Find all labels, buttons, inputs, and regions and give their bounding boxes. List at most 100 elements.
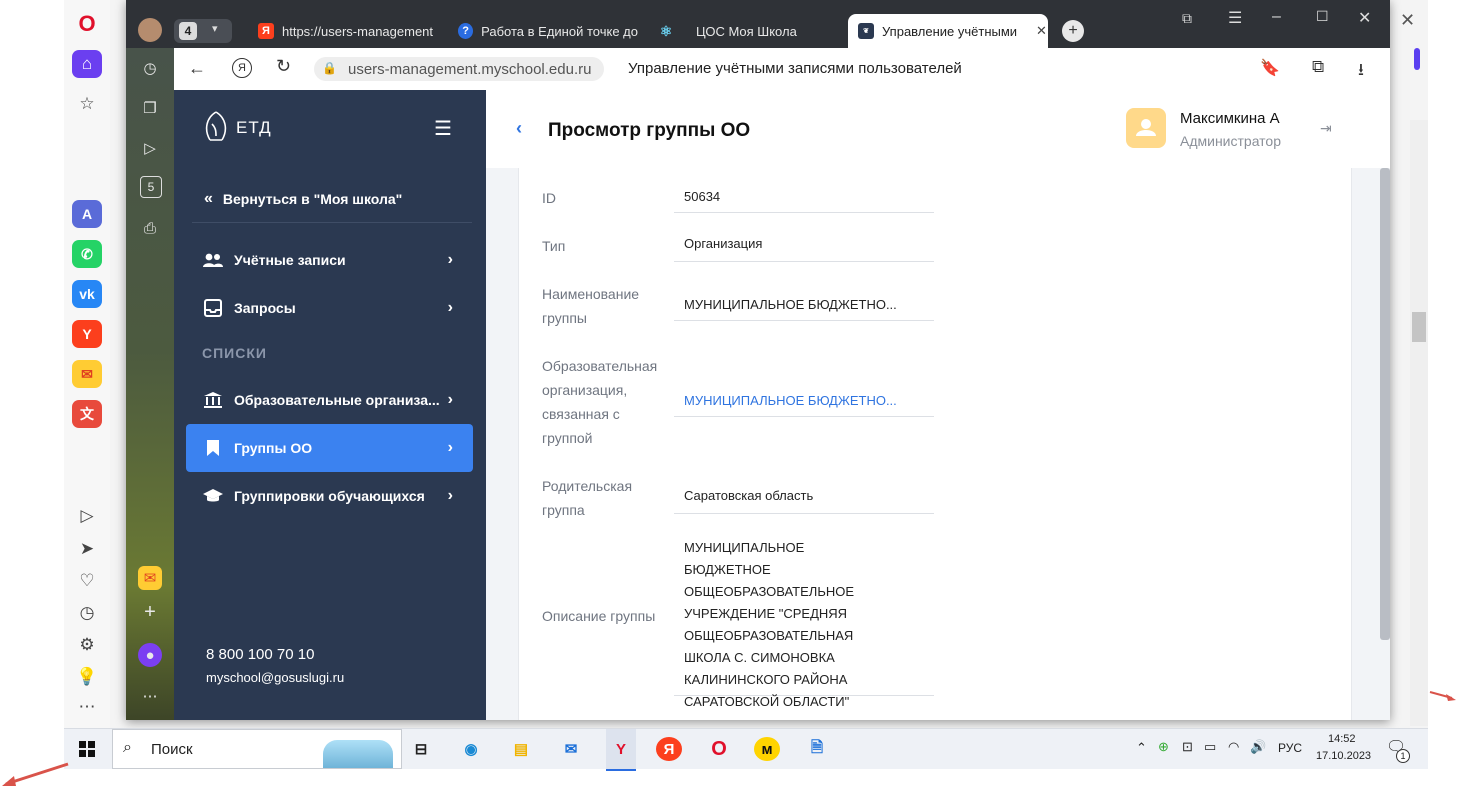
document-icon[interactable]: 🗎 (804, 737, 830, 761)
section-title: СПИСКИ (202, 345, 267, 361)
star-icon[interactable]: ☆ (72, 90, 102, 118)
user-icon (1136, 119, 1156, 136)
graduation-cap-icon (202, 488, 224, 504)
search-highlight-image (323, 740, 393, 768)
yandex-mail-icon[interactable]: ✉ (138, 566, 162, 590)
history-icon[interactable]: ◷ (138, 56, 162, 80)
support-phone[interactable]: 8 800 100 70 10 (206, 646, 314, 663)
task-view-icon[interactable]: ⊟ (408, 737, 434, 761)
avatar[interactable] (1126, 108, 1166, 148)
tab-3[interactable]: ⚛ ЦОС Моя Школа (658, 14, 838, 48)
opera-taskbar-icon[interactable]: O (706, 737, 732, 761)
nav-item-groups-active[interactable]: Группы ОО › (186, 424, 473, 472)
tab-title: ЦОС Моя Школа (696, 23, 797, 39)
yandex-taskbar-icon[interactable]: Я (656, 737, 682, 761)
annotation-arrow (2, 762, 69, 786)
history-icon[interactable]: ◷ (72, 599, 102, 627)
hamburger-icon[interactable]: ☰ (434, 116, 452, 141)
home-icon[interactable]: ⌂ (72, 50, 102, 78)
field-label-type: Тип (542, 238, 566, 254)
yandex-browser-taskbar-icon[interactable]: Y (606, 729, 636, 771)
explorer-icon[interactable]: ▤ (508, 737, 534, 761)
bookmark-icon (202, 439, 224, 457)
mail-icon[interactable]: ✉ (558, 737, 584, 761)
back-chevron-icon[interactable]: ‹ (516, 118, 522, 139)
vk-icon[interactable]: vk (72, 280, 102, 308)
tab-4-active[interactable]: ❦ Управление учётными ✕ (848, 14, 1048, 48)
yandex-icon[interactable]: Y (72, 320, 102, 348)
help-favicon-icon: ? (458, 23, 474, 39)
bulb-icon[interactable]: 💡 (72, 663, 102, 691)
volume-icon[interactable]: 🔊 (1250, 739, 1266, 755)
content-scrollbar-thumb[interactable] (1380, 168, 1390, 640)
background-close-icon[interactable]: ✕ (1400, 10, 1415, 31)
download-icon[interactable]: ⭳ (1358, 57, 1364, 86)
more-icon[interactable]: ⋯ (138, 684, 162, 708)
close-window-icon[interactable]: ✕ (1358, 8, 1371, 28)
add-panel-icon[interactable]: + (138, 600, 162, 624)
translate-icon[interactable]: ⧉ (1312, 57, 1324, 77)
chevron-up-icon[interactable]: ⌃ (1136, 740, 1147, 756)
back-link-label: Вернуться в "Моя школа" (222, 191, 403, 207)
chevron-right-icon: › (447, 487, 453, 504)
clock-time[interactable]: 14:52 (1328, 733, 1356, 745)
usb-icon[interactable]: ⊡ (1182, 739, 1193, 755)
page-title-in-address: Управление учётными записями пользовател… (628, 60, 962, 77)
language-indicator[interactable]: РУС (1278, 741, 1302, 755)
back-to-school-link[interactable]: « Вернуться в "Моя школа" (204, 190, 402, 208)
background-scrollbar[interactable] (1410, 120, 1428, 726)
browser-side-panel: ◷ ❐ ▷ 5 ⎙ ✉ + ● ⋯ (126, 48, 174, 720)
page-title: Просмотр группы ОО (548, 120, 751, 141)
yandex-button-icon[interactable]: Я (232, 58, 252, 78)
nav-item-accounts[interactable]: Учётные записи › (186, 236, 473, 284)
nav-label: Образовательные организа... (234, 392, 440, 408)
translate-app-icon[interactable]: 文 (72, 400, 102, 428)
player-icon[interactable]: ▷ (72, 502, 102, 530)
collections-icon[interactable]: ❐ (138, 96, 162, 120)
nav-item-organizations[interactable]: Образовательные организа... › (186, 376, 473, 424)
mos-taskbar-icon[interactable]: м (754, 737, 780, 761)
clock-date[interactable]: 17.10.2023 (1316, 750, 1371, 762)
reload-icon[interactable]: ↻ (276, 56, 291, 77)
windows-start-icon[interactable] (74, 737, 100, 761)
menu-icon[interactable]: ☰ (1228, 8, 1242, 28)
support-email[interactable]: myschool@gosuslugi.ru (206, 670, 344, 685)
tab-2[interactable]: ? Работа в Единой точке до (458, 14, 638, 48)
back-icon[interactable]: ← (188, 58, 206, 79)
tab-1[interactable]: Я https://users-management (258, 14, 438, 48)
heart-icon[interactable]: ♡ (72, 567, 102, 595)
edge-icon[interactable]: ◉ (458, 737, 484, 761)
field-label-id: ID (542, 190, 556, 206)
video-icon[interactable]: ▷ (138, 136, 162, 160)
screenshot-icon[interactable]: ⎙ (138, 216, 162, 240)
alice-icon[interactable]: ● (138, 643, 162, 667)
send-icon[interactable]: ➤ (72, 535, 102, 563)
nav-item-requests[interactable]: Запросы › (186, 284, 473, 332)
maximize-icon[interactable]: ☐ (1316, 8, 1329, 25)
tab-title: https://users-management (282, 23, 434, 39)
wifi-icon[interactable]: ◠ (1228, 739, 1239, 755)
battery-icon[interactable]: ▭ (1204, 739, 1216, 755)
field-value-organization-link[interactable]: МУНИЦИПАЛЬНОЕ БЮДЖЕТНО... (674, 390, 934, 417)
aria-app-icon[interactable]: A (72, 200, 102, 228)
close-tab-icon[interactable]: ✕ (1036, 23, 1047, 39)
mail-app-icon[interactable]: ✉ (72, 360, 102, 388)
whatsapp-icon[interactable]: ✆ (72, 240, 102, 268)
nav-item-student-groups[interactable]: Группировки обучающихся › (186, 472, 473, 520)
taskbar-search-input[interactable]: ⌕ Поиск (112, 729, 402, 769)
opera-logo-icon[interactable]: O (72, 10, 102, 38)
tray-app-icon[interactable]: ⊕ (1158, 739, 1169, 755)
background-scroll-thumb[interactable] (1412, 312, 1426, 342)
more-icon[interactable]: ⋯ (72, 693, 102, 721)
new-tab-icon[interactable]: + (1062, 20, 1084, 42)
profile-avatar[interactable] (138, 18, 162, 42)
minimize-icon[interactable]: – (1272, 8, 1281, 26)
bookmarks-panel-icon[interactable]: ⧉ (1182, 10, 1192, 27)
five-icon[interactable]: 5 (140, 176, 162, 198)
logout-icon[interactable]: ⇥ (1320, 120, 1332, 137)
settings-icon[interactable]: ⚙ (72, 631, 102, 659)
bookmark-icon[interactable]: 🔖 (1260, 58, 1280, 78)
url-field[interactable]: 🔒 users-management.myschool.edu.ru (314, 57, 604, 81)
tab-counter[interactable]: 4 ▾ (174, 19, 232, 43)
field-value-name: МУНИЦИПАЛЬНОЕ БЮДЖЕТНО... (674, 294, 934, 321)
